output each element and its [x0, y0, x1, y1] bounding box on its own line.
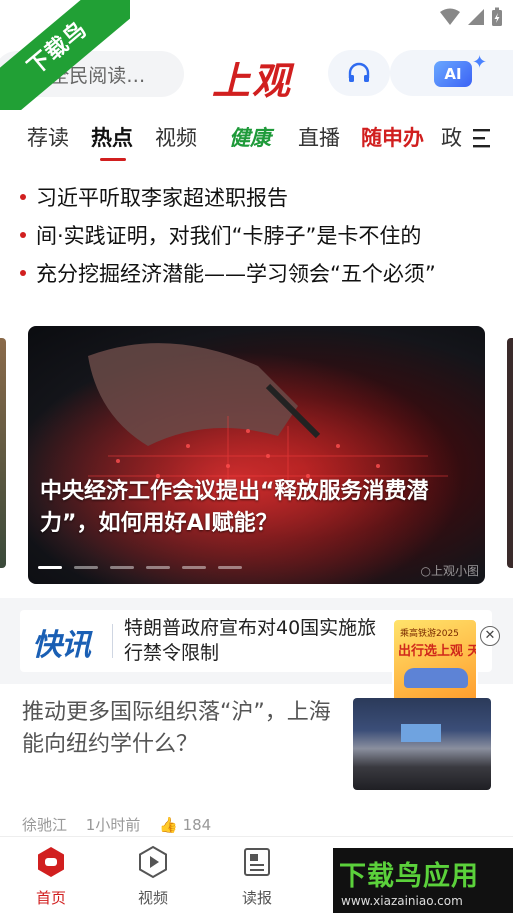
- search-placeholder: 《全民阅读…: [31, 64, 146, 87]
- active-tab-indicator: [100, 158, 126, 161]
- headline-item[interactable]: 充分挖掘经济潜能——学习领会“五个必须”: [0, 256, 513, 290]
- headphones-icon: [348, 62, 370, 82]
- carousel-dot[interactable]: [110, 566, 134, 569]
- wifi-icon: [440, 8, 460, 25]
- news-time: 1小时前: [85, 816, 141, 834]
- headline-item[interactable]: 间·实践证明，对我们“卡脖子”是卡不住的: [0, 218, 513, 252]
- carousel-next-peek[interactable]: [507, 338, 513, 568]
- carousel-title: 中央经济工作会议提出“释放服务消费潜力”，如何用好AI赋能？: [40, 479, 429, 536]
- carousel-prev-peek[interactable]: [0, 338, 6, 568]
- watermark-banner: 下载鸟应用 www.xiazainiao.com: [333, 848, 513, 913]
- status-icons: [439, 7, 503, 27]
- flash-logo: 快讯: [32, 628, 91, 663]
- nav-newspaper[interactable]: 读报: [227, 845, 287, 908]
- tab-suishenban[interactable]: 随申办: [361, 122, 424, 152]
- ai-badge: AI: [434, 61, 472, 87]
- carousel-indicators: [38, 566, 242, 569]
- ad-tag: 乘高铁游2025: [400, 629, 459, 639]
- train-icon: [404, 668, 468, 688]
- video-icon: [139, 845, 167, 879]
- news-likes: 184: [182, 816, 212, 834]
- headline-text: 习近平听取李家超述职报告: [36, 186, 288, 210]
- floating-ad[interactable]: 乘高铁游2025 出行选上观 天天抽免单: [392, 618, 478, 704]
- tab-video[interactable]: 视频: [155, 122, 197, 152]
- thumbs-up-icon[interactable]: 👍: [159, 816, 178, 834]
- flash-divider: [112, 624, 113, 658]
- nav-home-label: 首页: [35, 889, 66, 907]
- carousel-dot[interactable]: [218, 566, 242, 569]
- nav-video[interactable]: 视频: [123, 845, 183, 908]
- bullet-dot: [20, 232, 26, 238]
- sparkle-icon: ✦: [472, 52, 488, 73]
- battery-icon: [492, 7, 502, 26]
- thumbnail-screen: [401, 724, 441, 742]
- headline-text: 充分挖掘经济潜能——学习领会“五个必须”: [36, 262, 436, 286]
- tab-recommend[interactable]: 荐读: [27, 122, 69, 152]
- carousel-image: [28, 326, 485, 584]
- nav-video-label: 视频: [137, 889, 168, 907]
- headline-item[interactable]: 习近平听取李家超述职报告: [0, 180, 513, 214]
- app-header: ‹ 《全民阅读… 上观 AI ✦: [0, 48, 513, 104]
- ai-assistant-button[interactable]: AI ✦: [390, 50, 513, 96]
- carousel-watermark: ○上观小图: [420, 564, 479, 578]
- watermark-banner-url: www.xiazainiao.com: [341, 894, 463, 908]
- watermark-banner-text: 下载鸟应用: [339, 861, 479, 892]
- status-bar: [0, 0, 513, 34]
- news-title[interactable]: 推动更多国际组织落“沪”，上海能向纽约学什么？: [22, 697, 332, 761]
- news-meta: 徐驰江 1小时前 👍 184: [22, 814, 211, 835]
- carousel-dot[interactable]: [182, 566, 206, 569]
- bullet-dot: [20, 194, 26, 200]
- tab-hot[interactable]: 热点: [91, 122, 133, 152]
- news-thumbnail[interactable]: [353, 698, 491, 790]
- bullet-dot: [20, 270, 26, 276]
- tab-live[interactable]: 直播: [298, 122, 340, 152]
- chevron-left-icon: ‹: [16, 63, 24, 85]
- audio-button[interactable]: [328, 50, 390, 96]
- signal-icon: [468, 9, 484, 25]
- category-tabs: 荐读 热点 视频 健康 直播 随申办 政: [0, 118, 513, 168]
- close-icon[interactable]: ✕: [480, 626, 500, 646]
- nav-newspaper-label: 读报: [241, 889, 272, 907]
- home-icon: [38, 847, 64, 877]
- search-bar[interactable]: ‹ 《全民阅读…: [0, 51, 184, 97]
- featured-carousel[interactable]: 中央经济工作会议提出“释放服务消费潜力”，如何用好AI赋能？ ○上观小图: [28, 326, 485, 584]
- nav-home[interactable]: 首页: [21, 845, 81, 908]
- news-author: 徐驰江: [22, 816, 68, 834]
- ad-title: 出行选上观 天天抽免单: [398, 644, 476, 659]
- carousel-dot[interactable]: [146, 566, 170, 569]
- tab-politics[interactable]: 政: [441, 122, 462, 152]
- flash-text: 特朗普政府宣布对40国实施旅行禁令限制: [124, 617, 377, 664]
- menu-icon[interactable]: [469, 128, 491, 148]
- carousel-dot[interactable]: [38, 566, 62, 569]
- app-logo: 上观: [212, 58, 293, 103]
- tab-health[interactable]: 健康: [229, 122, 271, 152]
- carousel-dot[interactable]: [74, 566, 98, 569]
- headline-text: 间·实践证明，对我们“卡脖子”是卡不住的: [36, 224, 422, 248]
- newspaper-icon: [244, 848, 270, 876]
